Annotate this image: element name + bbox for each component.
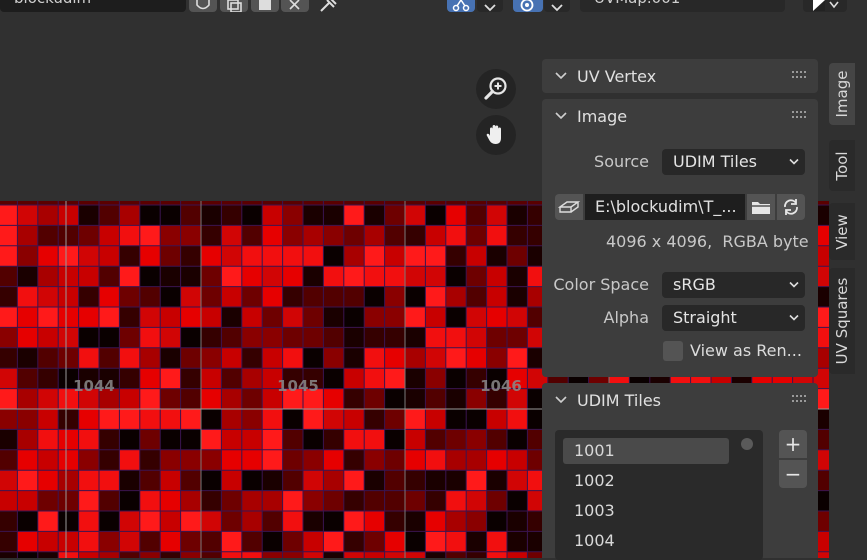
browse-file-button[interactable] [747,194,775,220]
tab-image[interactable]: Image [829,63,855,125]
chevron-down-icon [484,4,496,12]
chevron-down-icon [555,112,567,120]
panel-title: UDIM Tiles [577,390,661,410]
chevron-down-icon [551,4,563,12]
fake-user-button[interactable] [189,0,217,12]
image-panel-body: Source UDIM Tiles E:\blockudim\T_... 409… [542,133,818,377]
select-mode-dropdown[interactable] [477,0,503,12]
chevron-down-icon [789,314,799,321]
proportional-edit-button[interactable] [513,0,543,12]
uv-map-selector[interactable]: UVMap.001 [580,0,785,12]
open-image-button[interactable] [251,0,279,12]
image-info-text: 4096 x 4096, RGBA byte [606,232,809,251]
view-as-render-label: View as Ren... [690,341,802,360]
source-label: Source [594,152,649,171]
panel-title: Image [577,106,628,126]
chevron-down-icon [555,396,567,404]
udim-tile-list[interactable]: 1001 1002 1003 1004 [555,430,763,560]
pan-button[interactable] [476,115,516,155]
add-tile-button[interactable]: + [779,430,807,458]
chevron-down-icon [789,281,799,288]
panel-title: UV Vertex [577,66,657,86]
drag-handle-icon[interactable] [792,395,806,403]
proportional-falloff-dropdown[interactable] [544,0,570,12]
pack-image-button[interactable] [555,194,583,220]
source-dropdown[interactable]: UDIM Tiles [662,149,805,175]
duplicate-icon [227,0,242,12]
display-channels-dropdown[interactable] [803,0,847,12]
remove-tile-button[interactable]: − [779,460,807,488]
tab-tool[interactable]: Tool [829,140,855,191]
view-as-render-checkbox[interactable] [663,341,683,361]
package-icon [557,201,581,213]
color-space-label: Color Space [553,275,649,294]
udim-tiles-panel-header[interactable]: UDIM Tiles [542,383,818,417]
reload-icon [784,199,798,215]
proportional-edit-icon [520,0,534,12]
alpha-dropdown[interactable]: Straight [662,305,805,331]
image-filepath-field[interactable]: E:\blockudim\T_... [585,194,745,220]
zoom-button[interactable] [476,69,516,109]
reload-image-button[interactable] [777,194,805,220]
uv-sync-select-button[interactable] [447,0,475,12]
image-name-field[interactable]: blockudim [0,0,186,12]
zoom-in-icon [484,77,507,100]
list-item[interactable]: 1002 [563,468,729,494]
drag-handle-icon[interactable] [792,71,806,79]
unlink-image-button[interactable] [281,0,309,12]
list-scrollbar[interactable] [741,438,753,450]
image-panel-header[interactable]: Image [542,99,818,133]
shield-icon [196,0,210,10]
tab-uv-squares[interactable]: UV Squares [829,268,855,374]
list-item[interactable]: 1003 [563,498,729,524]
chevron-down-icon [789,158,799,165]
close-icon [289,0,300,10]
new-image-button[interactable] [220,0,248,12]
pin-icon[interactable] [318,0,340,12]
image-icon [259,0,271,10]
uv-vertex-panel-header[interactable]: UV Vertex [542,59,818,93]
color-space-dropdown[interactable]: sRGB [662,272,805,298]
hand-icon [486,125,501,144]
list-item[interactable]: 1004 [563,528,729,554]
drag-handle-icon[interactable] [792,111,806,119]
image-editor-header: blockudim UVMap.001 [0,0,867,14]
sidebar: UV Vertex Image Source UDIM Tiles E:\blo… [540,56,819,560]
chevron-down-icon [555,72,567,80]
uv-select-icon [452,0,470,12]
folder-icon [752,202,770,214]
alpha-label: Alpha [603,308,650,327]
color-alpha-icon [813,0,839,11]
tab-view[interactable]: View [829,203,855,260]
list-item[interactable]: 1001 [563,438,729,464]
udim-tiles-panel-body: 1001 1002 1003 1004 + − [542,417,818,560]
